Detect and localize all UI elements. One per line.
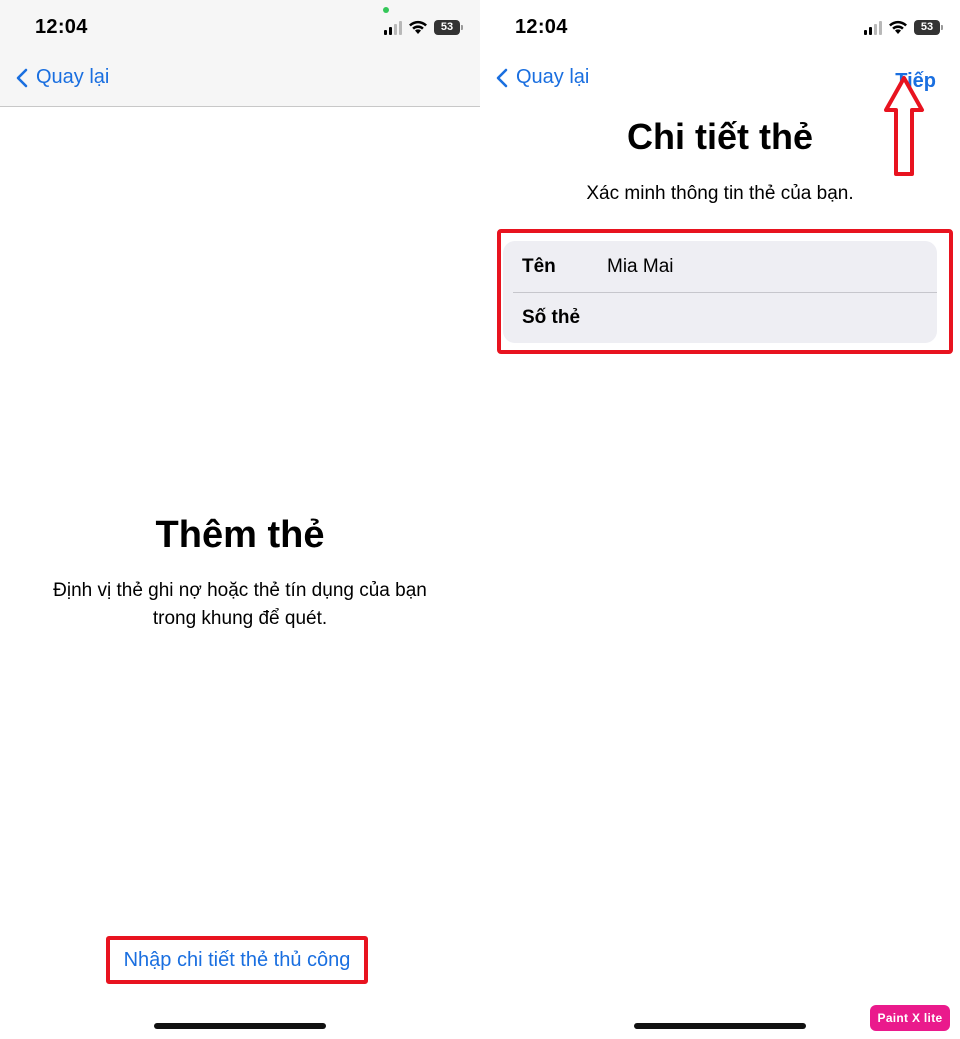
home-indicator: [154, 1023, 326, 1029]
signal-icon: [384, 20, 402, 35]
page-subtitle: Xác minh thông tin thẻ của bạn.: [586, 183, 854, 204]
page-subtitle: Định vị thẻ ghi nợ hoặc thẻ tín dụng của…: [20, 577, 460, 633]
left-screen: 12:04 53 Quay lại Thêm thẻ Định vị thẻ g…: [0, 0, 480, 1039]
paintx-watermark-logo: Paint X lite: [870, 1005, 950, 1031]
back-button-label: Quay lại: [36, 66, 110, 88]
wifi-icon: [409, 20, 427, 34]
back-button[interactable]: Quay lại: [16, 66, 109, 89]
manual-entry-link[interactable]: Nhập chi tiết thẻ thủ công: [124, 949, 351, 972]
back-button-label: Quay lại: [516, 66, 590, 88]
page-title: Chi tiết thẻ: [627, 116, 813, 157]
subtitle-line-2: trong khung để quét.: [152, 608, 328, 629]
chevron-left-icon: [16, 68, 28, 87]
back-button[interactable]: Quay lại: [496, 66, 589, 89]
status-bar: 12:04 53: [0, 0, 480, 56]
form-label-card-number: Số thẻ: [522, 307, 581, 328]
right-screen: 12:04 53 Quay lại Tiếp Chi tiết thẻ Xác …: [480, 0, 960, 1039]
name-field[interactable]: Mia Mai: [607, 256, 674, 278]
form-label-name: Tên: [522, 256, 556, 277]
battery-icon: 53: [914, 20, 943, 35]
form-row-name[interactable]: Tên Mia Mai: [503, 242, 937, 292]
nav-bar: Quay lại: [0, 56, 480, 107]
status-icons: 53: [384, 20, 463, 35]
form-row-card-number[interactable]: Số thẻ: [503, 293, 937, 343]
camera-indicator-dot: [383, 7, 389, 13]
page-title: Thêm thẻ: [155, 514, 325, 556]
highlight-box-manual-entry: Nhập chi tiết thẻ thủ công: [106, 936, 368, 984]
home-indicator: [634, 1023, 806, 1029]
status-time: 12:04: [35, 16, 88, 38]
card-details-form: Tên Mia Mai Số thẻ: [503, 241, 937, 343]
status-time: 12:04: [515, 16, 568, 38]
status-icons: 53: [864, 20, 943, 35]
signal-icon: [864, 20, 882, 35]
battery-icon: 53: [434, 20, 463, 35]
wifi-icon: [889, 20, 907, 34]
status-bar: 12:04 53: [480, 0, 960, 56]
chevron-left-icon: [496, 68, 508, 87]
subtitle-line-1: Định vị thẻ ghi nợ hoặc thẻ tín dụng của…: [53, 580, 427, 601]
